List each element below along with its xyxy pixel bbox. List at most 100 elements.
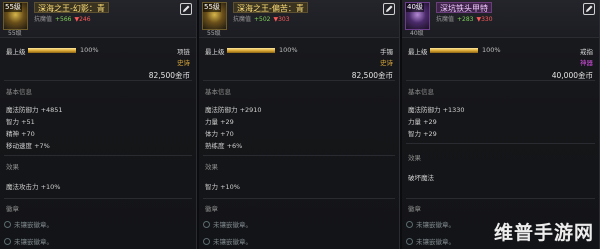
socket-text: 未镶嵌徽章。 <box>14 238 53 246</box>
socket-title: 徽章 <box>6 205 19 213</box>
compare-row: 抗魔值 +566 ▼246 <box>34 15 91 24</box>
compare-label: 抗魔值 <box>436 16 455 23</box>
item-name: 深海之王-偏苦：青 <box>233 2 308 13</box>
item-icon-level-tag: 55级 <box>203 3 221 12</box>
effect-line: 破坏魔法 <box>408 174 434 182</box>
stat-line: 魔法防御力 +4851 <box>6 106 63 114</box>
compare-row: 抗魔值 +283 ▼330 <box>436 15 493 24</box>
stat-line: 力量 +29 <box>408 118 437 126</box>
socket-ring-icon <box>4 238 11 245</box>
socket-slot[interactable]: 未镶嵌徽章。 <box>203 236 252 246</box>
upgrade-level-label: 最上级 <box>205 48 225 56</box>
effect-line: 智力 +10% <box>205 183 240 191</box>
item-icon-level-tag: 55级 <box>4 3 22 12</box>
upgrade-progress-percent: 100% <box>279 46 298 54</box>
upgrade-level-label: 最上级 <box>6 48 26 56</box>
compare-up-value: +502 <box>254 16 271 23</box>
compare-up-value: +283 <box>457 16 474 23</box>
divider <box>406 80 595 81</box>
item-tooltip-panel: 55级 深海之王-偏苦：青 抗魔值 +502 ▼303 55级 最上级 100% 手… <box>199 0 400 249</box>
effect-title: 效果 <box>408 154 421 162</box>
rarity-tier: 史诗 <box>177 59 190 67</box>
socket-ring-icon <box>203 221 210 228</box>
socket-slot[interactable]: 未镶嵌徽章。 <box>4 236 53 246</box>
socket-text: 未镶嵌徽章。 <box>213 238 252 246</box>
stat-line: 智力 +29 <box>408 130 437 138</box>
stat-line: 移动速度 +7% <box>6 142 50 150</box>
socket-slot[interactable]: 未镶嵌徽章。 <box>406 236 455 246</box>
item-icon[interactable]: 55级 <box>202 2 227 30</box>
basic-info-title: 基本信息 <box>205 88 231 96</box>
socket-slot[interactable]: 未镶嵌徽章。 <box>4 219 53 229</box>
compare-down-value: ▼303 <box>273 16 290 23</box>
divider <box>406 143 595 144</box>
item-icon-level-tag: 40级 <box>406 3 424 12</box>
item-name: 深海之王-幻影：青 <box>34 2 109 13</box>
socket-title: 徽章 <box>205 205 218 213</box>
socket-ring-icon <box>4 221 11 228</box>
equipment-slot: 戒指 <box>580 48 593 56</box>
upgrade-progress-percent: 100% <box>482 46 501 54</box>
item-level: 40级 <box>410 30 424 37</box>
stat-line: 体力 +70 <box>205 130 234 138</box>
divider <box>4 155 192 156</box>
socket-slot[interactable]: 未镶嵌徽章。 <box>406 219 455 229</box>
compare-row: 抗魔值 +502 ▼303 <box>233 15 290 24</box>
upgrade-progress-bar <box>430 48 478 53</box>
upgrade-progress-bar <box>227 48 275 53</box>
divider <box>4 80 192 81</box>
socket-title: 徽章 <box>408 205 421 213</box>
effect-line: 魔法攻击力 +10% <box>6 183 61 191</box>
effect-title: 效果 <box>205 163 218 171</box>
compare-down-value: ▼330 <box>476 16 493 23</box>
stat-line: 魔法防御力 +1330 <box>408 106 465 114</box>
effect-title: 效果 <box>6 163 19 171</box>
tooltip-header: 55级 深海之王-幻影：青 抗魔值 +566 ▼246 55级 <box>0 0 196 38</box>
upgrade-level-label: 最上级 <box>408 48 428 56</box>
compare-down-value: ▼246 <box>74 16 91 23</box>
site-watermark: 维普手游网 <box>493 222 594 244</box>
tooltip-header: 40级 深坑铁头甲特 抗魔值 +283 ▼330 40级 <box>402 0 599 38</box>
item-name: 深坑铁头甲特 <box>436 2 492 13</box>
item-level: 55级 <box>8 30 22 37</box>
item-tooltip-panel: 40级 深坑铁头甲特 抗魔值 +283 ▼330 40级 最上级 100% 戒指 神… <box>402 0 600 249</box>
compare-label: 抗魔值 <box>233 16 252 23</box>
divider <box>203 155 395 156</box>
edit-icon[interactable] <box>383 3 395 15</box>
basic-info-title: 基本信息 <box>6 88 32 96</box>
item-tooltip-panel: 55级 深海之王-幻影：青 抗魔值 +566 ▼246 55级 最上级 100% 项… <box>0 0 197 249</box>
divider <box>4 198 192 199</box>
rarity-tier: 史诗 <box>380 59 393 67</box>
socket-slot[interactable]: 未镶嵌徽章。 <box>203 219 252 229</box>
upgrade-progress-fill <box>430 48 478 53</box>
equipment-slot: 手镯 <box>380 48 393 56</box>
item-level: 55级 <box>207 30 221 37</box>
edit-icon[interactable] <box>180 3 192 15</box>
upgrade-progress-fill <box>28 48 76 53</box>
socket-text: 未镶嵌徽章。 <box>416 238 455 246</box>
socket-text: 未镶嵌徽章。 <box>14 221 53 229</box>
tooltip-header: 55级 深海之王-偏苦：青 抗魔值 +502 ▼303 55级 <box>199 0 399 38</box>
item-icon[interactable]: 40级 <box>405 2 430 30</box>
stat-line: 精神 +70 <box>6 130 35 138</box>
socket-ring-icon <box>203 238 210 245</box>
socket-ring-icon <box>406 221 413 228</box>
compare-label: 抗魔值 <box>34 16 53 23</box>
item-icon[interactable]: 55级 <box>3 2 28 30</box>
stat-line: 熟练度 +6% <box>205 142 243 150</box>
socket-ring-icon <box>406 238 413 245</box>
stat-line: 魔法防御力 +2910 <box>205 106 262 114</box>
upgrade-progress-percent: 100% <box>80 46 99 54</box>
edit-icon[interactable] <box>583 3 595 15</box>
upgrade-progress-fill <box>227 48 275 53</box>
socket-text: 未镶嵌徽章。 <box>213 221 252 229</box>
socket-text: 未镶嵌徽章。 <box>416 221 455 229</box>
rarity-tier: 神器 <box>580 59 593 67</box>
divider <box>203 198 395 199</box>
divider <box>406 198 595 199</box>
compare-up-value: +566 <box>55 16 72 23</box>
equipment-slot: 项链 <box>177 48 190 56</box>
divider <box>203 80 395 81</box>
stat-line: 力量 +29 <box>205 118 234 126</box>
basic-info-title: 基本信息 <box>408 88 434 96</box>
